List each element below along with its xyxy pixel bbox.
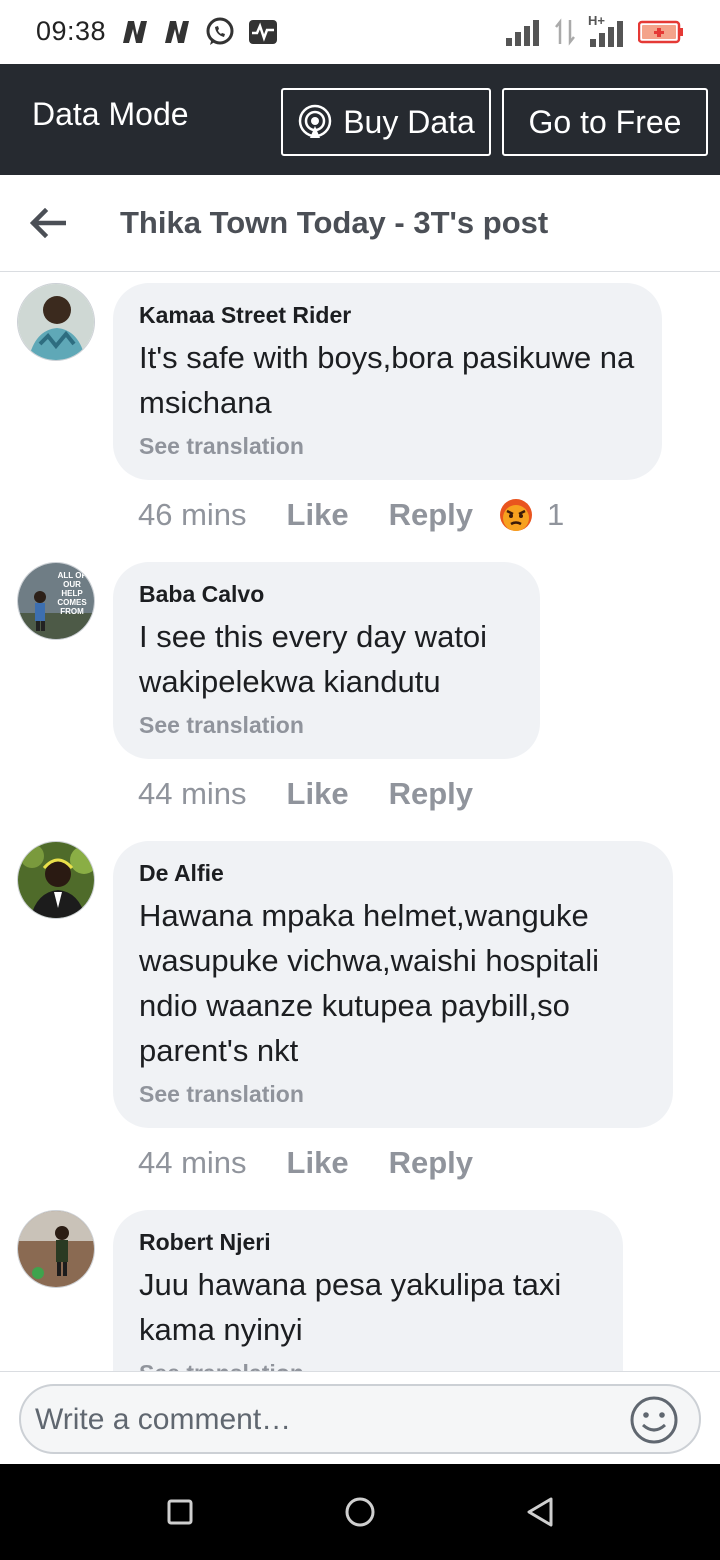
avatar[interactable]: ALL OF OUR HELP COMES FROM [17,562,95,640]
emoji-button[interactable] [629,1395,679,1445]
comment-time[interactable]: 44 mins [138,776,247,812]
reply-button[interactable]: Reply [389,1145,473,1181]
page-title: Thika Town Today - 3T's post [120,205,549,240]
signal-icon [506,20,539,46]
recents-button[interactable] [156,1488,204,1536]
battery-icon [638,20,683,44]
smiley-icon [630,1396,678,1444]
system-icons: H+ [506,13,684,50]
comment-input-placeholder: Write a comment… [35,1403,292,1436]
netflix-n-icon [123,21,147,43]
buy-data-button[interactable]: Buy Data [281,88,491,156]
comment-author[interactable]: Robert Njeri [139,1228,597,1256]
like-button[interactable]: Like [287,497,349,533]
avatar-caption: ALL OF OUR HELP COMES FROM [57,571,87,616]
comment-time[interactable]: 44 mins [138,1145,247,1181]
notification-icons [120,14,278,50]
home-circle-icon [345,1497,375,1527]
reaction-summary[interactable]: 1 [499,497,564,533]
comment-input[interactable]: Write a comment… [19,1384,701,1454]
comment-bubble: Kamaa Street Rider It's safe with boys,b… [113,283,662,480]
avatar[interactable] [17,841,95,919]
data-mode-bar: Data Mode Buy Data Go to Free [0,64,720,175]
status-bar: 09:38 H+ [0,0,720,64]
data-arrows-icon [555,18,575,46]
recents-square-icon [167,1499,193,1525]
back-button[interactable] [24,199,72,247]
activity-icon [249,20,277,44]
see-translation-link[interactable]: See translation [139,712,514,739]
comment-text: It's safe with boys,bora pasikuwe na msi… [139,340,635,420]
back-arrow-icon [30,208,66,238]
reaction-count: 1 [547,497,565,532]
like-button[interactable]: Like [287,776,349,812]
comment-actions: 44 mins Like Reply [138,776,473,812]
netflix-n-icon [165,21,189,43]
back-triangle-icon [527,1497,553,1527]
see-translation-link[interactable]: See translation [139,1360,597,1371]
buy-data-label: Buy Data [343,103,475,140]
comment-actions: 44 mins Like Reply [138,1145,473,1181]
comment-time[interactable]: 46 mins [138,497,247,533]
reply-button[interactable]: Reply [389,497,473,533]
comment-text: Hawana mpaka helmet,wanguke wasupuke vic… [139,898,600,1068]
home-button[interactable] [336,1488,384,1536]
reply-button[interactable]: Reply [389,776,473,812]
data-mode-label: Data Mode [32,96,189,132]
comment-text: Juu hawana pesa yakulipa taxi kama nyiny… [139,1267,562,1347]
avatar[interactable] [17,283,95,361]
post-header: Thika Town Today - 3T's post [0,175,720,272]
see-translation-link[interactable]: See translation [139,1081,647,1108]
comment-bubble: Baba Calvo I see this every day watoi wa… [113,562,540,759]
comment-bubble: Robert Njeri Juu hawana pesa yakulipa ta… [113,1210,623,1371]
like-button[interactable]: Like [287,1145,349,1181]
comment-bubble: De Alfie Hawana mpaka helmet,wanguke was… [113,841,673,1128]
avatar[interactable] [17,1210,95,1288]
broadcast-icon [298,104,332,138]
see-translation-link[interactable]: See translation [139,433,636,460]
status-time: 09:38 [36,16,107,46]
comment-author[interactable]: Kamaa Street Rider [139,301,636,329]
comment-author[interactable]: Baba Calvo [139,580,514,608]
go-to-free-button[interactable]: Go to Free [502,88,708,156]
system-nav-bar [0,1464,720,1560]
comment-text: I see this every day watoi wakipelekwa k… [139,619,488,699]
angry-reaction-icon [500,499,532,531]
whatsapp-icon [206,17,234,45]
back-nav-button[interactable] [516,1488,564,1536]
comment-actions: 46 mins Like Reply 1 [138,497,564,533]
comments-list: Kamaa Street Rider It's safe with boys,b… [0,272,720,1371]
comment-author[interactable]: De Alfie [139,859,647,887]
hplus-signal-icon: H+ [588,13,626,47]
comment-composer: Write a comment… [0,1371,720,1464]
